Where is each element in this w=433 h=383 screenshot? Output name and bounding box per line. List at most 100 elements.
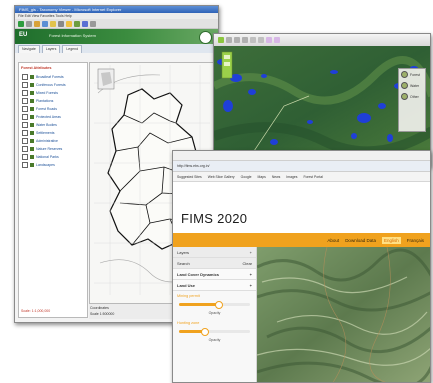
- layer-checkbox[interactable]: [22, 130, 28, 136]
- layer-checkbox[interactable]: [22, 82, 28, 88]
- nav-about[interactable]: About: [327, 238, 339, 243]
- slider-handle[interactable]: [200, 328, 209, 336]
- layer-checkbox[interactable]: [22, 146, 28, 152]
- favorite-link[interactable]: Google: [241, 175, 252, 179]
- fims-browser-window: http://fims.ebs.org.in/ Suggested Sites …: [172, 150, 431, 383]
- refresh-icon[interactable]: [42, 20, 48, 27]
- layer-checkbox[interactable]: [22, 90, 28, 96]
- opacity-slider[interactable]: [179, 301, 250, 309]
- browser-toolbar: [15, 19, 218, 29]
- layer-row[interactable]: Mixed Forests: [19, 89, 87, 97]
- favorite-link[interactable]: Images: [286, 175, 297, 179]
- layer-row[interactable]: Nature Reserves: [19, 145, 87, 153]
- nav-download-data[interactable]: Download Data: [345, 238, 376, 243]
- measure-icon[interactable]: [250, 37, 256, 43]
- legend-item[interactable]: Water: [399, 80, 425, 91]
- stop-icon[interactable]: [34, 20, 40, 27]
- satellite-toolbar: [214, 34, 430, 46]
- swatch-icon: [401, 71, 408, 78]
- print-icon[interactable]: [266, 37, 272, 43]
- app-logo: EU: [19, 32, 28, 38]
- favorite-link[interactable]: Web Slice Gallery: [208, 175, 235, 179]
- layer-label: Plantations: [36, 99, 54, 103]
- layer-label: National Parks: [36, 155, 59, 159]
- layer-checkbox[interactable]: [22, 114, 28, 120]
- search-icon[interactable]: [58, 20, 64, 27]
- layers-icon[interactable]: [218, 37, 224, 43]
- swatch-icon: [401, 82, 408, 89]
- layer-row[interactable]: Landscapes: [19, 161, 87, 169]
- favorite-link[interactable]: Forest Portal: [303, 175, 322, 179]
- layer-row[interactable]: Settlements: [19, 129, 87, 137]
- back-icon[interactable]: [18, 20, 24, 27]
- pan-icon[interactable]: [242, 37, 248, 43]
- satellite-imagery[interactable]: Forest Water Other: [214, 46, 430, 166]
- layer-row[interactable]: National Parks: [19, 153, 87, 161]
- layer-swatch-icon: [30, 91, 34, 95]
- tab-navigate[interactable]: Navigate: [18, 45, 40, 53]
- legend-panel: Forest Water Other: [398, 68, 426, 132]
- favorites-bar: Suggested Sites Web Slice Gallery Google…: [173, 172, 430, 182]
- panel-tabs: Navigate Layers Legend: [15, 44, 218, 53]
- panel-row-search[interactable]: Search Clear: [173, 258, 256, 269]
- layer-label: Landscapes: [36, 163, 55, 167]
- favorite-link[interactable]: Maps: [258, 175, 266, 179]
- terrain-map[interactable]: [257, 247, 430, 382]
- window-titlebar[interactable]: FIMS_gis - Taxonomy Viewer - Microsoft I…: [15, 6, 218, 13]
- layer-row[interactable]: Broadleaf Forests: [19, 73, 87, 81]
- layer-row[interactable]: Administrative: [19, 137, 87, 145]
- address-url[interactable]: http://fims.ebs.org.in/: [177, 163, 210, 169]
- favorite-link[interactable]: News: [272, 175, 280, 179]
- layer-label: Forest Roads: [36, 107, 58, 111]
- layer-row[interactable]: Coniferous Forests: [19, 81, 87, 89]
- layer-swatch-icon: [30, 99, 34, 103]
- top-nav: About Download Data English Français: [173, 233, 430, 247]
- layer-row[interactable]: Forest Roads: [19, 105, 87, 113]
- favorites-icon[interactable]: [66, 20, 72, 27]
- layer-checkbox[interactable]: [22, 162, 28, 168]
- zoom-in-icon[interactable]: [226, 37, 232, 43]
- layer-checkbox[interactable]: [22, 98, 28, 104]
- tab-legend[interactable]: Legend: [62, 45, 83, 53]
- layer-checkbox[interactable]: [22, 138, 28, 144]
- opacity-slider[interactable]: [179, 328, 250, 336]
- export-icon[interactable]: [274, 37, 280, 43]
- tab-layers[interactable]: Layers: [41, 45, 61, 53]
- layer-checkbox[interactable]: [22, 122, 28, 128]
- layer-swatch-icon: [30, 155, 34, 159]
- panel-row-land-cover[interactable]: Land Cover Dynamics +: [173, 269, 256, 280]
- layer-label: Administrative: [36, 139, 58, 143]
- layer-list: Broadleaf Forests Coniferous Forests Mixed…: [19, 73, 87, 169]
- mail-icon[interactable]: [82, 20, 88, 27]
- layer-swatch-icon: [30, 139, 34, 143]
- layer-swatch-icon: [30, 107, 34, 111]
- forward-icon[interactable]: [26, 20, 32, 27]
- layer-swatch-icon: [30, 83, 34, 87]
- nav-english[interactable]: English: [381, 236, 401, 244]
- history-icon[interactable]: [74, 20, 80, 27]
- zoom-out-icon[interactable]: [234, 37, 240, 43]
- home-icon[interactable]: [50, 20, 56, 27]
- panel-row-land-use[interactable]: Land Use +: [173, 280, 256, 291]
- scale-label: Scale: 1:1,000,000: [21, 309, 51, 313]
- favorite-link[interactable]: Suggested Sites: [177, 175, 202, 179]
- legend-item[interactable]: Forest: [399, 69, 425, 80]
- layer-checkbox[interactable]: [22, 74, 28, 80]
- layer-row[interactable]: Plantations: [19, 97, 87, 105]
- address-bar[interactable]: http://fims.ebs.org.in/: [173, 161, 430, 172]
- nav-francais[interactable]: Français: [407, 238, 424, 243]
- print-icon[interactable]: [90, 20, 96, 27]
- identify-icon[interactable]: [258, 37, 264, 43]
- layer-swatch-icon: [30, 147, 34, 151]
- layer-label: Mixed Forests: [36, 91, 58, 95]
- layer-label: Water Bodies: [36, 123, 57, 127]
- legend-item[interactable]: Other: [399, 91, 425, 102]
- layer-row[interactable]: Protected Areas: [19, 113, 87, 121]
- layer-row[interactable]: Water Bodies: [19, 121, 87, 129]
- slider-caption: Opacity: [208, 311, 221, 315]
- slider-handle[interactable]: [215, 301, 224, 309]
- layer-checkbox[interactable]: [22, 154, 28, 160]
- panel-row-layers[interactable]: Layers +: [173, 247, 256, 258]
- layer-checkbox[interactable]: [22, 106, 28, 112]
- layer-label: Nature Reserves: [36, 147, 63, 151]
